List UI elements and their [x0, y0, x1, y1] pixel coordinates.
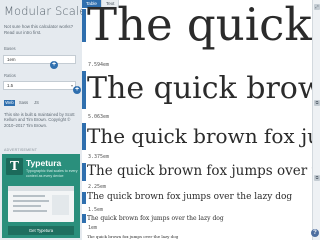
right-rail: ⤢ ⧉ ⧉: [312, 0, 320, 240]
intro-text: Not sure how this calculator works? Read…: [4, 24, 74, 35]
view-js-button[interactable]: JS: [32, 100, 41, 106]
size-label-row-6: 1.5em: [88, 207, 104, 213]
scale-preview: Table Text The quick brown fox jumps ove…: [82, 0, 312, 240]
sidebar: Modular Scale Not sure how this calculat…: [0, 0, 82, 240]
view-sass-button[interactable]: Sass: [18, 100, 29, 106]
link-icon[interactable]: ⧉: [314, 175, 320, 181]
size-label-row-5: 2.25em: [88, 184, 107, 190]
ad-label: ADVERTISEMENT: [4, 148, 38, 152]
ad-screenshot: [8, 186, 74, 222]
row-accent-bar: [82, 71, 86, 109]
size-label-row-3: 5.063em: [88, 114, 110, 120]
ratio-select-value: 1.5: [7, 83, 14, 88]
row-accent-bar: [82, 192, 86, 204]
sample-text-row-2: The quick brown fox jumps over the lazy …: [87, 71, 312, 106]
size-label-row-7: 1em: [88, 225, 98, 231]
sample-text-row-3: The quick brown fox jumps over the lazy …: [87, 124, 312, 148]
row-accent-bar: [82, 9, 86, 42]
add-base-icon[interactable]: +: [50, 61, 58, 69]
size-label-row-2: 7.594em: [88, 62, 110, 68]
bases-label: Bases: [4, 46, 16, 51]
base-input[interactable]: 1em: [3, 55, 76, 64]
sample-text-row-6: The quick brown fox jumps over the lazy …: [87, 215, 224, 222]
sample-text-row-1: The quick brown fox jumps over the lazy …: [87, 0, 312, 51]
copy-icon[interactable]: ⧉: [314, 100, 320, 106]
ratio-select[interactable]: 1.5 ▾: [3, 81, 76, 90]
sample-text-row-7: The quick brown fox jumps over the lazy …: [87, 234, 179, 239]
row-accent-bar: [82, 214, 86, 223]
base-input-value: 1em: [7, 57, 16, 62]
expand-icon[interactable]: ⤢: [314, 4, 320, 10]
row-accent-bar: [82, 123, 86, 150]
help-icon[interactable]: ?: [311, 229, 319, 237]
ad-cta-button[interactable]: Get Typetura: [8, 226, 74, 235]
ad-title: Typetura: [26, 158, 62, 168]
sample-text-row-4: The quick brown fox jumps over the lazy …: [87, 163, 312, 179]
row-accent-bar: [82, 163, 86, 181]
credit-text: This site is built & maintained by Scott…: [4, 112, 75, 128]
sample-text-row-5: The quick brown fox jumps over the lazy …: [87, 192, 293, 202]
ratios-label: Ratios: [4, 73, 16, 78]
typetura-ad[interactable]: T Typetura Typographic that scales to ev…: [2, 154, 80, 238]
view-web-button[interactable]: Web: [4, 100, 15, 106]
app-title: Modular Scale: [4, 4, 82, 18]
typetura-logo: T: [6, 158, 23, 175]
add-ratio-icon[interactable]: +: [73, 86, 81, 94]
size-label-row-4: 3.375em: [88, 154, 110, 160]
ad-tagline: Typographic that scales to every context…: [26, 169, 78, 178]
